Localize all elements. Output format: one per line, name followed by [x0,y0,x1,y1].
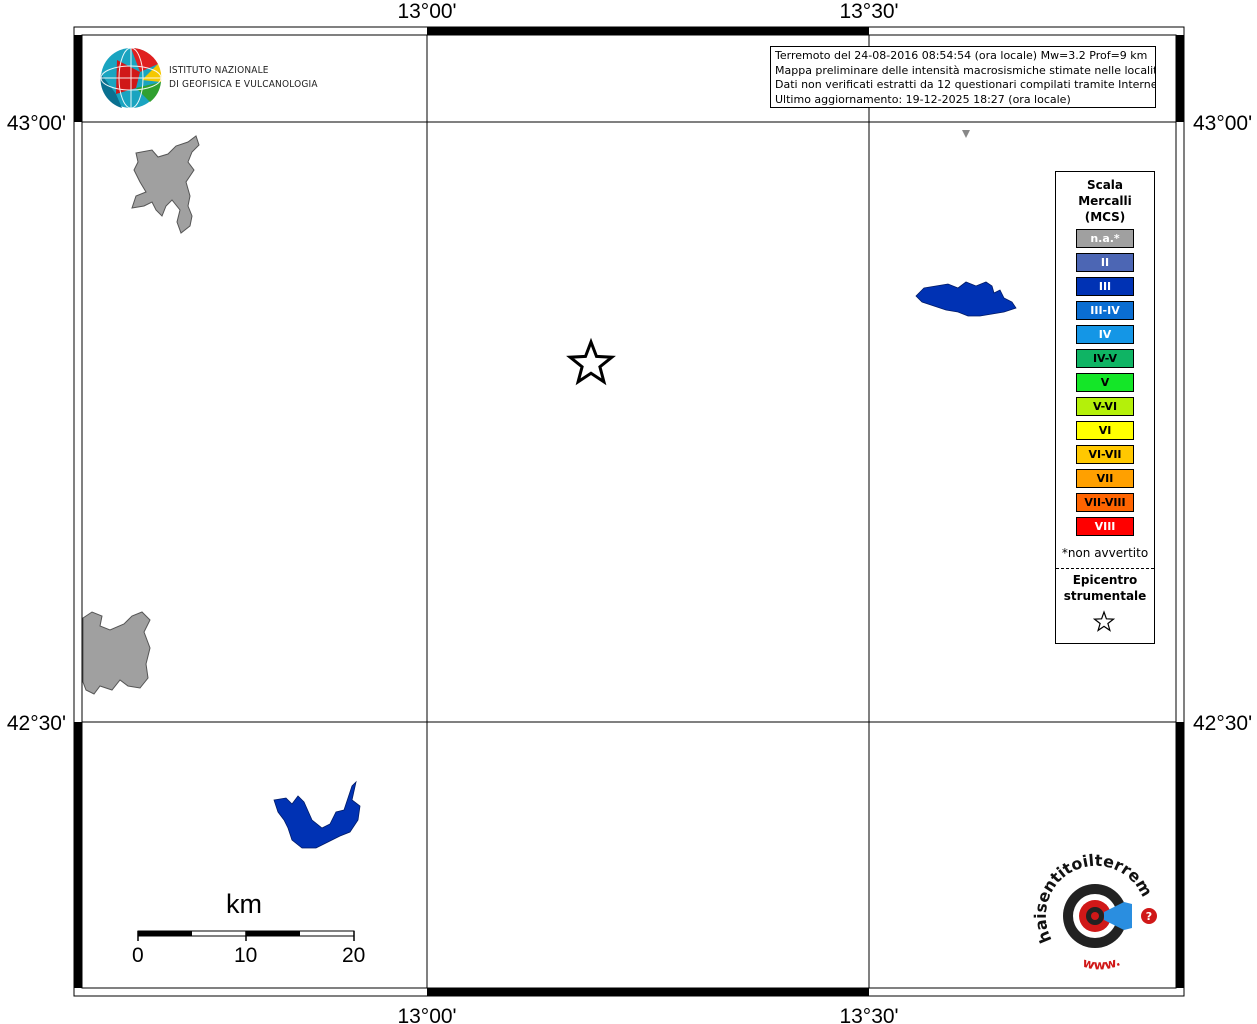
ingv-globe-icon [100,47,162,109]
scale-tick-0: 0 [132,944,144,967]
svg-text:?: ? [1146,910,1152,923]
legend-swatch-vi: VI [1076,421,1134,440]
ingv-logo-text: ISTITUTO NAZIONALE DI GEOFISICA E VULCAN… [169,64,318,92]
scale-tick-10: 10 [234,944,258,967]
scale-bar [137,930,355,941]
event-info-box: Terremoto del 24-08-2016 08:54:54 (ora l… [770,46,1156,108]
legend-swatch-vi-vii: VI-VII [1076,445,1134,464]
urban-area-south [82,611,151,695]
svg-text:haisentitoilterremoto.it: haisentitoilterremoto.it [0,0,1156,946]
legend-star-icon [1092,610,1116,632]
blue-area-east [915,281,1017,317]
map-frame [73,26,1185,997]
small-grey-feature [962,130,970,138]
legend-swatch-ii: II [1076,253,1134,272]
legend-divider [1056,568,1154,569]
lat-label-left-4230: 42°30' [7,712,66,735]
event-info-line3: Dati non verificati estratti da 12 quest… [775,78,1156,91]
blue-area-southwest [273,780,361,849]
legend-title-line1: Scala [1086,178,1124,192]
lon-label-top-1330: 13°30' [839,0,898,23]
event-info-line2: Mappa preliminare delle intensità macros… [775,63,1156,77]
svg-text:www.: www. [1081,954,1123,973]
legend-epi-line1: Epicentro [1072,573,1138,587]
ingv-line2: DI GEOFISICA E VULCANOLOGIA [169,79,318,90]
legend-title: Scala Mercalli (MCS) [1056,177,1154,225]
mcs-legend: Scala Mercalli (MCS) n.a.* II III III-IV IV I… [1055,171,1155,644]
event-info-line1: Terremoto del 24-08-2016 08:54:54 (ora l… [775,49,1148,62]
legend-swatch-v: V [1076,373,1134,392]
map-inner-frame [81,34,1177,989]
graticule [82,35,1176,988]
legend-swatch-v-vi: V-VI [1076,397,1134,416]
lat-label-right-4300: 43°00' [1193,112,1252,135]
scale-bar-unit: km [226,889,262,919]
map-page: 13°00' 13°30' 13°00' 13°30' 43°00' 42°30… [0,0,1257,1024]
legend-swatch-iv: IV [1076,325,1134,344]
hsit-logo-text: haisentitoilterremoto.it [0,0,1156,946]
legend-swatch-n-a: n.a.* [1076,229,1134,248]
lat-label-left-4300: 43°00' [7,112,66,135]
legend-swatch-viii: VIII [1076,517,1134,536]
legend-swatch-iv-v: IV-V [1076,349,1134,368]
epicenter-star [566,337,616,386]
hsit-logo-icon: ? haisentitoilterremoto.it www. [0,0,1157,973]
legend-swatch-vii-viii: VII-VIII [1076,493,1134,512]
lon-label-bottom-1330: 13°30' [839,1005,898,1024]
legend-note: *non avvertito [1061,546,1149,560]
hsit-logo-url: www. [1081,954,1123,973]
lon-label-bottom-1300: 13°00' [397,1005,456,1024]
ingv-line1: ISTITUTO NAZIONALE [169,65,269,76]
legend-epi-line2: strumentale [1063,589,1147,603]
legend-title-line2: Mercalli [1078,194,1132,208]
event-info-line4: Ultimo aggiornamento: 19-12-2025 18:27 (… [775,92,1071,106]
legend-swatch-iii-iv: III-IV [1076,301,1134,320]
legend-swatch-iii: III [1076,277,1134,296]
legend-swatch-vii: VII [1076,469,1134,488]
legend-epicenter-label: Epicentro strumentale [1056,572,1154,604]
legend-title-line3: (MCS) [1084,210,1126,224]
lon-label-top-1300: 13°00' [397,0,456,23]
frame-ticks [74,27,1184,996]
scale-tick-20: 20 [342,944,366,967]
urban-area-north [131,135,200,234]
lat-label-right-4230: 42°30' [1193,712,1252,735]
